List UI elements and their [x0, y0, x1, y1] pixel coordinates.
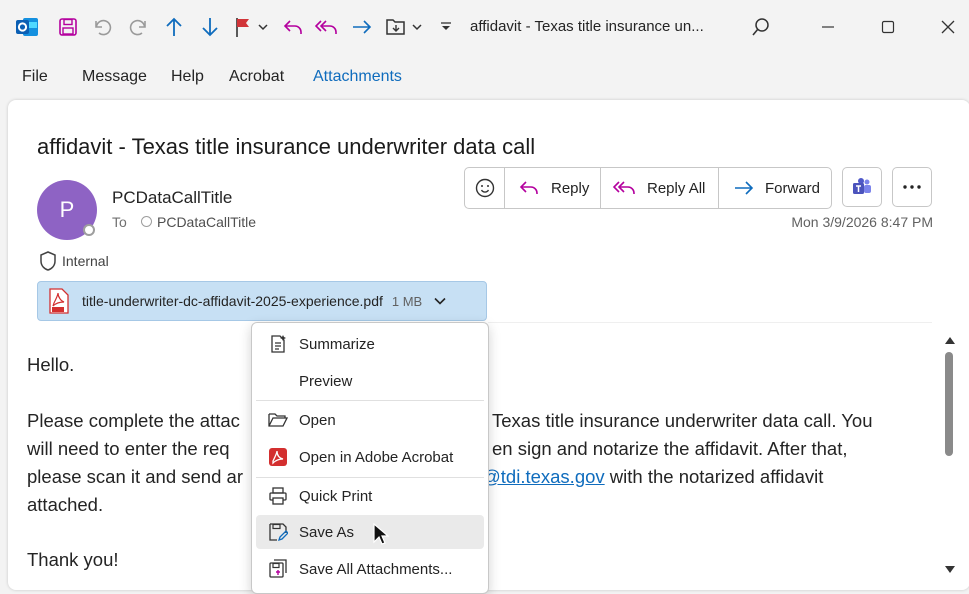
message-subject: affidavit - Texas title insurance underw… [37, 134, 536, 159]
scroll-down-arrow-icon[interactable] [945, 566, 955, 574]
more-actions-button[interactable] [892, 167, 932, 207]
attachment-size: 1 MB [391, 293, 423, 309]
summarize-icon [268, 334, 288, 354]
recipient-name[interactable]: PCDataCallTitle [157, 214, 256, 230]
mouse-pointer-icon [373, 523, 389, 545]
menu-item-save-all-attachments[interactable]: Save All Attachments... [256, 552, 484, 586]
message-actions: Reply Reply All Forward [464, 167, 832, 209]
scrollbar-thumb[interactable] [945, 352, 953, 456]
body-line-2-right: en sign and notarize the affidavit. Afte… [492, 438, 848, 459]
emoji-reaction-button[interactable] [465, 168, 505, 208]
attachment-chip[interactable]: title-underwriter-dc-affidavit-2025-expe… [37, 281, 487, 321]
attachment-filename: title-underwriter-dc-affidavit-2025-expe… [82, 293, 383, 309]
body-line-1-right: Texas title insurance underwriter data c… [492, 410, 873, 431]
menu-item-quick-print[interactable]: Quick Print [256, 479, 484, 513]
search-icon[interactable] [748, 12, 774, 42]
flag-icon[interactable] [232, 12, 254, 42]
ribbon-tabs: File Message Help Acrobat Attachments [0, 60, 969, 94]
tab-acrobat[interactable]: Acrobat [229, 68, 284, 86]
menu-label-preview: Preview [299, 373, 353, 390]
body-line-3-right: @tdi.texas.gov with the notarized affida… [482, 466, 823, 488]
outlook-logo-icon [14, 12, 40, 42]
attachment-chevron-down-icon[interactable] [434, 297, 446, 305]
forward-arrow-icon [735, 181, 754, 195]
message-date: Mon 3/9/2026 8:47 PM [791, 214, 933, 230]
teams-chat-button[interactable] [842, 167, 882, 207]
reply-arrow-icon [519, 181, 538, 194]
minimize-icon[interactable] [816, 12, 840, 42]
tab-help[interactable]: Help [171, 68, 204, 86]
forward-button[interactable]: Forward [719, 168, 831, 208]
body-line-1-left: Please complete the attac [27, 410, 240, 431]
save-all-attachments-icon [268, 559, 288, 579]
reply-label: Reply [551, 179, 590, 197]
menu-label-summarize: Summarize [299, 336, 375, 353]
avatar-initial: P [59, 197, 75, 222]
recipient-presence-icon [141, 216, 152, 227]
reply-all-arrow-icon [613, 181, 635, 194]
title-bar: affidavit - Texas title insurance un... [0, 0, 969, 56]
menu-label-open: Open [299, 412, 336, 429]
close-icon[interactable] [936, 12, 960, 42]
attachment-context-menu: Summarize Preview Open Open in Adobe Acr… [251, 322, 489, 594]
menu-item-open[interactable]: Open [256, 403, 484, 437]
scroll-up-arrow-icon[interactable] [945, 336, 955, 344]
body-closing: Thank you! [27, 549, 119, 570]
menu-label-save-all-attachments: Save All Attachments... [299, 561, 453, 578]
email-link[interactable]: @tdi.texas.gov [482, 466, 605, 487]
menu-label-quick-print: Quick Print [299, 488, 373, 505]
reply-all-icon[interactable] [315, 12, 339, 42]
menu-separator [256, 400, 484, 401]
folder-open-icon [268, 410, 288, 430]
window-title: affidavit - Texas title insurance un... [470, 18, 704, 35]
body-line-3-left: please scan it and send ar [27, 466, 243, 487]
tab-file[interactable]: File [22, 68, 48, 86]
sensitivity-text: Internal [62, 253, 109, 269]
redo-icon[interactable] [127, 12, 151, 42]
sensitivity-label[interactable]: Internal [38, 250, 109, 272]
body-greeting: Hello. [27, 354, 75, 375]
more-dots-icon [903, 185, 921, 189]
menu-label-save-as: Save As [299, 524, 355, 541]
menu-item-preview[interactable]: Preview [256, 364, 484, 398]
menu-label-open-in-adobe-acrobat: Open in Adobe Acrobat [299, 449, 454, 466]
maximize-icon[interactable] [876, 12, 900, 42]
menu-item-open-in-adobe-acrobat[interactable]: Open in Adobe Acrobat [256, 440, 484, 474]
attachment-divider [488, 282, 932, 323]
pdf-file-icon [49, 288, 69, 314]
body-line-4: attached. [27, 494, 104, 515]
body-line-2-left: will need to enter the req [27, 438, 230, 459]
to-label: To [112, 214, 127, 230]
reply-all-button[interactable]: Reply All [601, 168, 719, 208]
previous-item-up-arrow-icon[interactable] [163, 12, 185, 42]
save-as-icon [268, 522, 288, 542]
menu-separator [256, 477, 484, 478]
flag-dropdown-chevron-icon[interactable] [256, 12, 270, 42]
undo-icon[interactable] [90, 12, 114, 42]
save-icon[interactable] [56, 12, 80, 42]
next-item-down-arrow-icon[interactable] [199, 12, 221, 42]
teams-icon [853, 178, 871, 194]
tab-message[interactable]: Message [82, 68, 147, 86]
smiley-icon [475, 178, 494, 198]
presence-status-icon [83, 224, 95, 236]
body-line-3-tail: with the notarized affidavit [604, 466, 824, 487]
reply-icon[interactable] [281, 12, 305, 42]
sender-name[interactable]: PCDataCallTitle [112, 188, 232, 208]
reply-button[interactable]: Reply [505, 168, 601, 208]
tab-attachments[interactable]: Attachments [313, 68, 402, 86]
menu-item-save-as[interactable]: Save As [256, 515, 484, 549]
forward-label: Forward [765, 179, 821, 197]
forward-icon[interactable] [350, 12, 374, 42]
move-to-folder-icon[interactable] [384, 12, 408, 42]
reply-all-label: Reply All [647, 179, 706, 197]
move-dropdown-chevron-icon[interactable] [410, 12, 424, 42]
printer-icon [268, 486, 288, 506]
shield-icon [40, 251, 56, 271]
menu-item-summarize[interactable]: Summarize [256, 327, 484, 361]
customize-toolbar-icon[interactable] [438, 12, 454, 42]
adobe-acrobat-icon [268, 447, 288, 467]
